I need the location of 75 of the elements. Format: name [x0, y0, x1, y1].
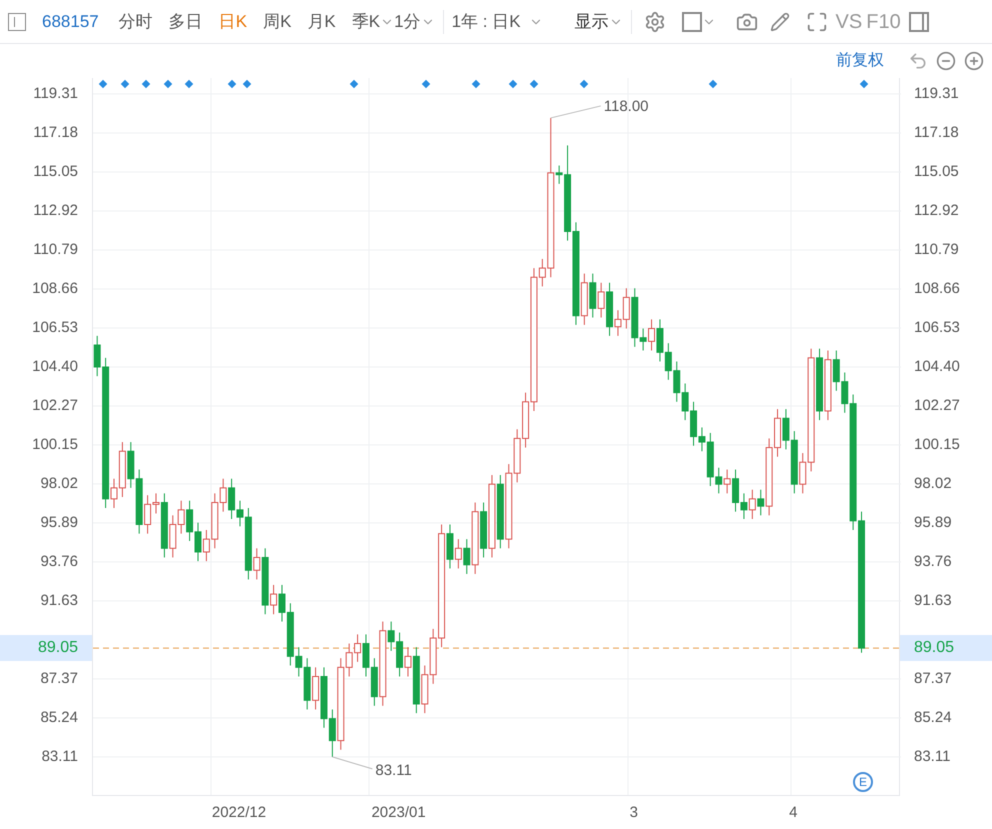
price-tick: 112.92: [914, 202, 959, 218]
price-tick: 87.37: [40, 670, 78, 686]
leader-line: [332, 756, 373, 770]
low-price-annotation: 83.11: [375, 762, 412, 778]
candlestick: [757, 489, 764, 516]
period-tab[interactable]: 月K: [307, 8, 336, 34]
date-label: 3: [630, 803, 638, 823]
stock-code: 688157: [42, 10, 99, 33]
price-tick: 98.02: [914, 476, 952, 491]
high-price-annotation: 118.00: [604, 98, 649, 114]
price-tick: 119.31: [914, 86, 959, 101]
event-badge[interactable]: E: [853, 772, 873, 792]
current-price-label: 89.05: [900, 635, 992, 662]
price-tick: 85.24: [40, 710, 78, 725]
zoom-out-icon[interactable]: [936, 51, 956, 71]
date-label: 4: [789, 803, 798, 823]
candlestick: [648, 318, 656, 352]
undo-icon[interactable]: [908, 51, 928, 71]
range-dropdown[interactable]: 1年 : 日K: [452, 8, 521, 34]
price-tick: 98.02: [40, 476, 78, 491]
price-tick: 104.40: [32, 358, 78, 374]
pencil-icon[interactable]: [770, 12, 790, 32]
price-tick: 102.27: [32, 398, 78, 413]
period-tab[interactable]: 季K: [352, 8, 380, 34]
price-tick: 100.15: [914, 436, 960, 452]
fullscreen-icon[interactable]: [806, 10, 828, 32]
candlestick: [270, 584, 278, 615]
candlestick: [253, 548, 260, 580]
price-tick: 93.76: [914, 554, 952, 569]
date-label: 2023/01: [371, 803, 426, 823]
candlestick: [598, 282, 605, 318]
candlestick: [724, 469, 731, 494]
price-tick: 95.89: [914, 514, 952, 530]
period-tab[interactable]: 分时: [118, 8, 153, 34]
price-tick: 85.24: [914, 710, 952, 725]
price-tick: 115.05: [33, 164, 78, 179]
panel-icon[interactable]: [908, 12, 929, 32]
candlestick: [404, 646, 412, 678]
period-tab[interactable]: 多日: [168, 8, 203, 34]
price-tick: 87.37: [914, 670, 952, 686]
price-tick: 106.53: [32, 320, 78, 335]
price-tick: 119.31: [33, 86, 78, 101]
price-tick: 104.40: [914, 358, 960, 374]
leader-line: [550, 105, 602, 118]
price-tick: 110.79: [33, 242, 78, 257]
price-tick: 106.53: [914, 320, 960, 335]
price-tick: 108.66: [914, 280, 960, 296]
candlestick: [748, 489, 756, 520]
sidebar-toggle-icon[interactable]: [8, 12, 26, 30]
candlestick: [312, 666, 320, 710]
price-tick: 110.79: [914, 242, 959, 257]
price-tick: 83.11: [42, 748, 78, 764]
square-icon[interactable]: [682, 12, 702, 32]
price-tick: 102.27: [914, 398, 960, 413]
display-dropdown[interactable]: 显示: [574, 8, 609, 34]
candlestick: [454, 538, 462, 569]
price-tick: 91.63: [914, 592, 952, 608]
price-tick: 117.18: [914, 124, 959, 140]
settings-icon[interactable]: [644, 10, 666, 32]
price-tick: 117.18: [33, 124, 78, 140]
current-price-label: 89.05: [0, 635, 92, 662]
candlestick: [463, 538, 470, 574]
price-tick: 108.66: [32, 280, 78, 296]
price-tick: 93.76: [40, 554, 78, 569]
price-tick: 115.05: [914, 164, 959, 179]
price-tick: 112.92: [33, 202, 78, 218]
adjust-mode-link[interactable]: 前复权: [836, 49, 884, 73]
price-tick: 91.63: [40, 592, 78, 608]
price-tick: 83.11: [914, 748, 950, 764]
price-tick: 95.89: [40, 514, 78, 530]
zoom-in-icon[interactable]: [964, 51, 984, 71]
date-label: 2022/12: [212, 803, 266, 823]
price-tick: 100.15: [32, 436, 78, 452]
period-tab[interactable]: 周K: [263, 8, 292, 34]
minute-dropdown[interactable]: 1分: [394, 8, 421, 34]
